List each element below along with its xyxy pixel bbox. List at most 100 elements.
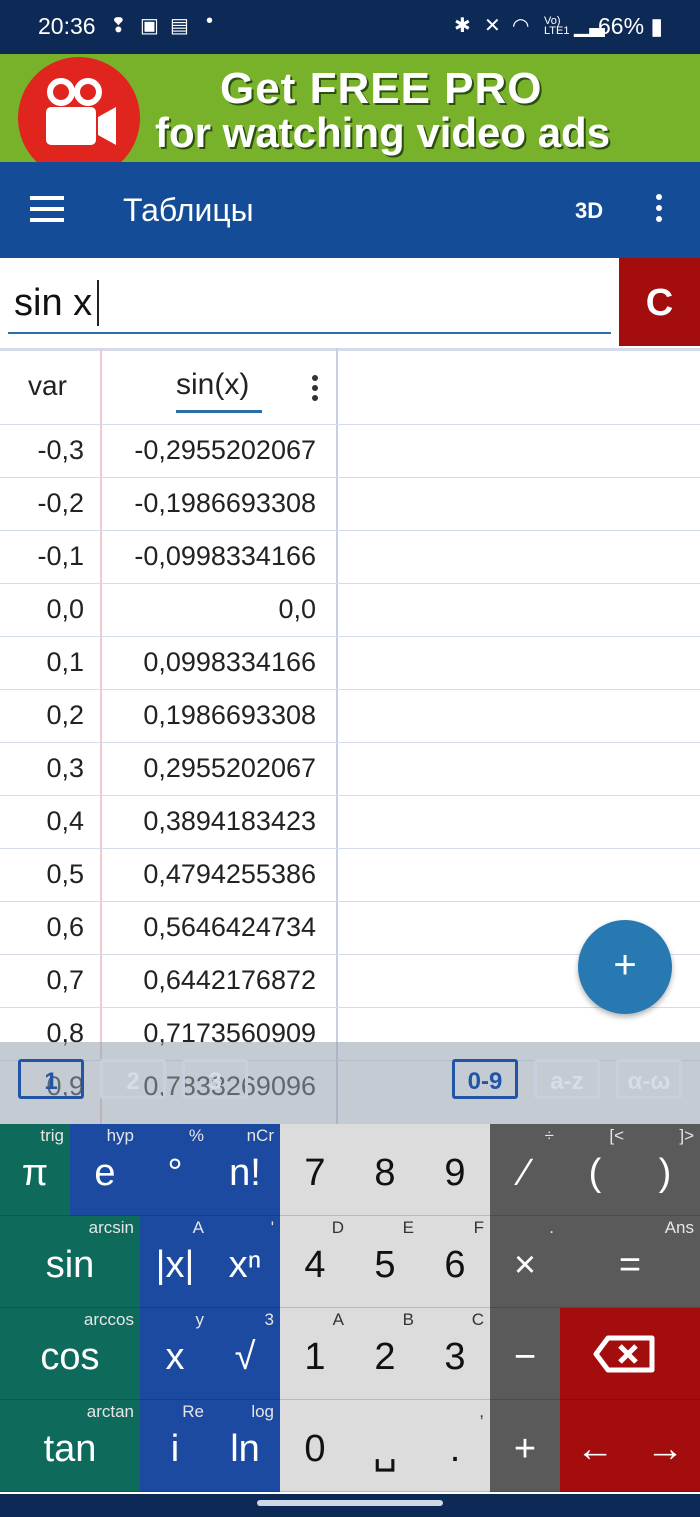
key-minus[interactable]: − xyxy=(490,1308,560,1400)
overflow-menu-icon[interactable] xyxy=(654,194,664,227)
key-label: tan xyxy=(43,1428,97,1470)
page-title: Таблицы xyxy=(123,192,254,228)
key-fact[interactable]: n! nCr xyxy=(210,1124,280,1216)
key-secondary-label: C xyxy=(471,1310,484,1329)
var-cell: 0,5 xyxy=(46,859,84,889)
table-row[interactable]: -0,2 -0,1986693308 xyxy=(0,477,700,531)
key-sin[interactable]: sin arcsin xyxy=(0,1216,140,1308)
value-cell: 0,0 xyxy=(278,594,316,624)
ad-banner[interactable]: Get FREE PRO for watching video ads xyxy=(0,54,700,179)
var-cell: -0,3 xyxy=(37,435,84,465)
app-toolbar: Таблицы 3D xyxy=(0,162,700,258)
tab-keyboard-2[interactable]: 2 xyxy=(100,1059,166,1099)
key-dot[interactable]: ., xyxy=(420,1400,490,1492)
key-label: 2 xyxy=(374,1336,396,1378)
key-div[interactable]: ⁄ ÷ xyxy=(490,1124,560,1216)
add-column-button[interactable]: + xyxy=(578,920,672,1014)
key-pi[interactable]: π trig xyxy=(0,1124,70,1216)
key-ln[interactable]: ln log xyxy=(210,1400,280,1492)
key-k7[interactable]: 7 xyxy=(280,1124,350,1216)
tab-greek[interactable]: α-ω xyxy=(616,1059,682,1099)
key-sqrt[interactable]: √ 3 xyxy=(210,1308,280,1400)
key-label: 8 xyxy=(374,1152,396,1194)
tab-keyboard-3[interactable]: 3 xyxy=(182,1059,248,1099)
3d-button[interactable]: 3D xyxy=(575,198,603,224)
tab-keyboard-1[interactable]: 1 xyxy=(18,1059,84,1099)
ad-headline: Get FREE PRO xyxy=(220,64,543,113)
table-row[interactable]: -0,1 -0,0998334166 xyxy=(0,530,700,584)
key-label: × xyxy=(513,1244,537,1286)
image-icon: ▣ xyxy=(140,15,159,37)
table-row[interactable]: 0,4 0,3894183423 xyxy=(0,795,700,849)
column-menu-icon[interactable] xyxy=(312,375,318,405)
key-k3[interactable]: 3C xyxy=(420,1308,490,1400)
key-k6[interactable]: 6F xyxy=(420,1216,490,1308)
key-secondary-label: arctan xyxy=(86,1402,134,1421)
key-label: . xyxy=(449,1428,461,1470)
var-cell: 0,1 xyxy=(46,647,84,677)
value-cell: 0,1986693308 xyxy=(143,700,316,730)
backspace-key[interactable] xyxy=(560,1308,700,1400)
key-k8[interactable]: 8 xyxy=(350,1124,420,1216)
key-cos[interactable]: cos arccos xyxy=(0,1308,140,1400)
key-plus[interactable]: + xyxy=(490,1400,560,1492)
key-pow[interactable]: xⁿ ' xyxy=(210,1216,280,1308)
key-label: 6 xyxy=(444,1244,466,1286)
key-label: cos xyxy=(40,1336,100,1378)
table-row[interactable]: 0,1 0,0998334166 xyxy=(0,636,700,690)
table-row[interactable]: 0,3 0,2955202067 xyxy=(0,742,700,796)
key-x[interactable]: xy xyxy=(140,1308,210,1400)
tab-digits[interactable]: 0-9 xyxy=(452,1059,518,1099)
key-label: → xyxy=(646,1428,684,1470)
key-i[interactable]: i Re xyxy=(140,1400,210,1492)
key-label: + xyxy=(513,1428,537,1470)
ad-subline: for watching video ads xyxy=(155,109,611,156)
key-k5[interactable]: 5E xyxy=(350,1216,420,1308)
var-cell: -0,2 xyxy=(37,488,84,518)
key-k2[interactable]: 2B xyxy=(350,1308,420,1400)
key-k4[interactable]: 4D xyxy=(280,1216,350,1308)
key-eq[interactable]: = Ans xyxy=(560,1216,700,1308)
key-label: ← xyxy=(576,1428,614,1470)
key-mul[interactable]: ×. xyxy=(490,1216,560,1308)
key-label: ( xyxy=(588,1152,602,1194)
key-label: = xyxy=(618,1244,642,1286)
value-cell: 0,0998334166 xyxy=(143,647,316,677)
expression-input[interactable]: sin x xyxy=(14,282,92,325)
key-k0[interactable]: 0 xyxy=(280,1400,350,1492)
home-gesture-bar[interactable] xyxy=(257,1500,443,1506)
key-k1[interactable]: 1A xyxy=(280,1308,350,1400)
key-right[interactable]: → xyxy=(630,1400,700,1492)
var-cell: -0,1 xyxy=(37,541,84,571)
key-rparen[interactable]: )]> xyxy=(630,1124,700,1216)
key-label: 4 xyxy=(304,1244,326,1286)
table-row[interactable]: 0,0 0,0 xyxy=(0,583,700,637)
key-secondary-label: log xyxy=(251,1402,274,1421)
bluetooth-icon: ✱ xyxy=(454,15,471,37)
var-cell: 0,0 xyxy=(46,594,84,624)
var-cell: 0,6 xyxy=(46,912,84,942)
value-cell: 0,5646424734 xyxy=(143,912,316,942)
key-lparen[interactable]: ([< xyxy=(560,1124,630,1216)
table-row[interactable]: 0,2 0,1986693308 xyxy=(0,689,700,743)
key-abs[interactable]: |x| A xyxy=(140,1216,210,1308)
column-header-var[interactable]: var xyxy=(28,370,67,402)
column-header-function[interactable]: sin(x) xyxy=(176,368,262,413)
key-secondary-label: F xyxy=(473,1218,484,1237)
table-row[interactable]: 0,5 0,4794255386 xyxy=(0,848,700,902)
key-space[interactable]: ␣ xyxy=(350,1400,420,1492)
key-e[interactable]: e hyp xyxy=(70,1124,140,1216)
tab-latin[interactable]: a-z xyxy=(534,1059,600,1099)
key-deg[interactable]: °% xyxy=(140,1124,210,1216)
input-underline xyxy=(8,332,611,334)
key-secondary-label: , xyxy=(479,1402,484,1421)
clear-button[interactable]: C xyxy=(619,258,700,346)
key-left[interactable]: ← xyxy=(560,1400,630,1492)
table-row[interactable]: -0,3 -0,2955202067 xyxy=(0,424,700,478)
key-secondary-label: % xyxy=(188,1126,204,1145)
key-k9[interactable]: 9 xyxy=(420,1124,490,1216)
key-label: 3 xyxy=(444,1336,466,1378)
key-secondary-label: arcsin xyxy=(88,1218,134,1237)
key-tan[interactable]: tan arctan xyxy=(0,1400,140,1492)
hamburger-menu-icon[interactable] xyxy=(30,196,64,224)
